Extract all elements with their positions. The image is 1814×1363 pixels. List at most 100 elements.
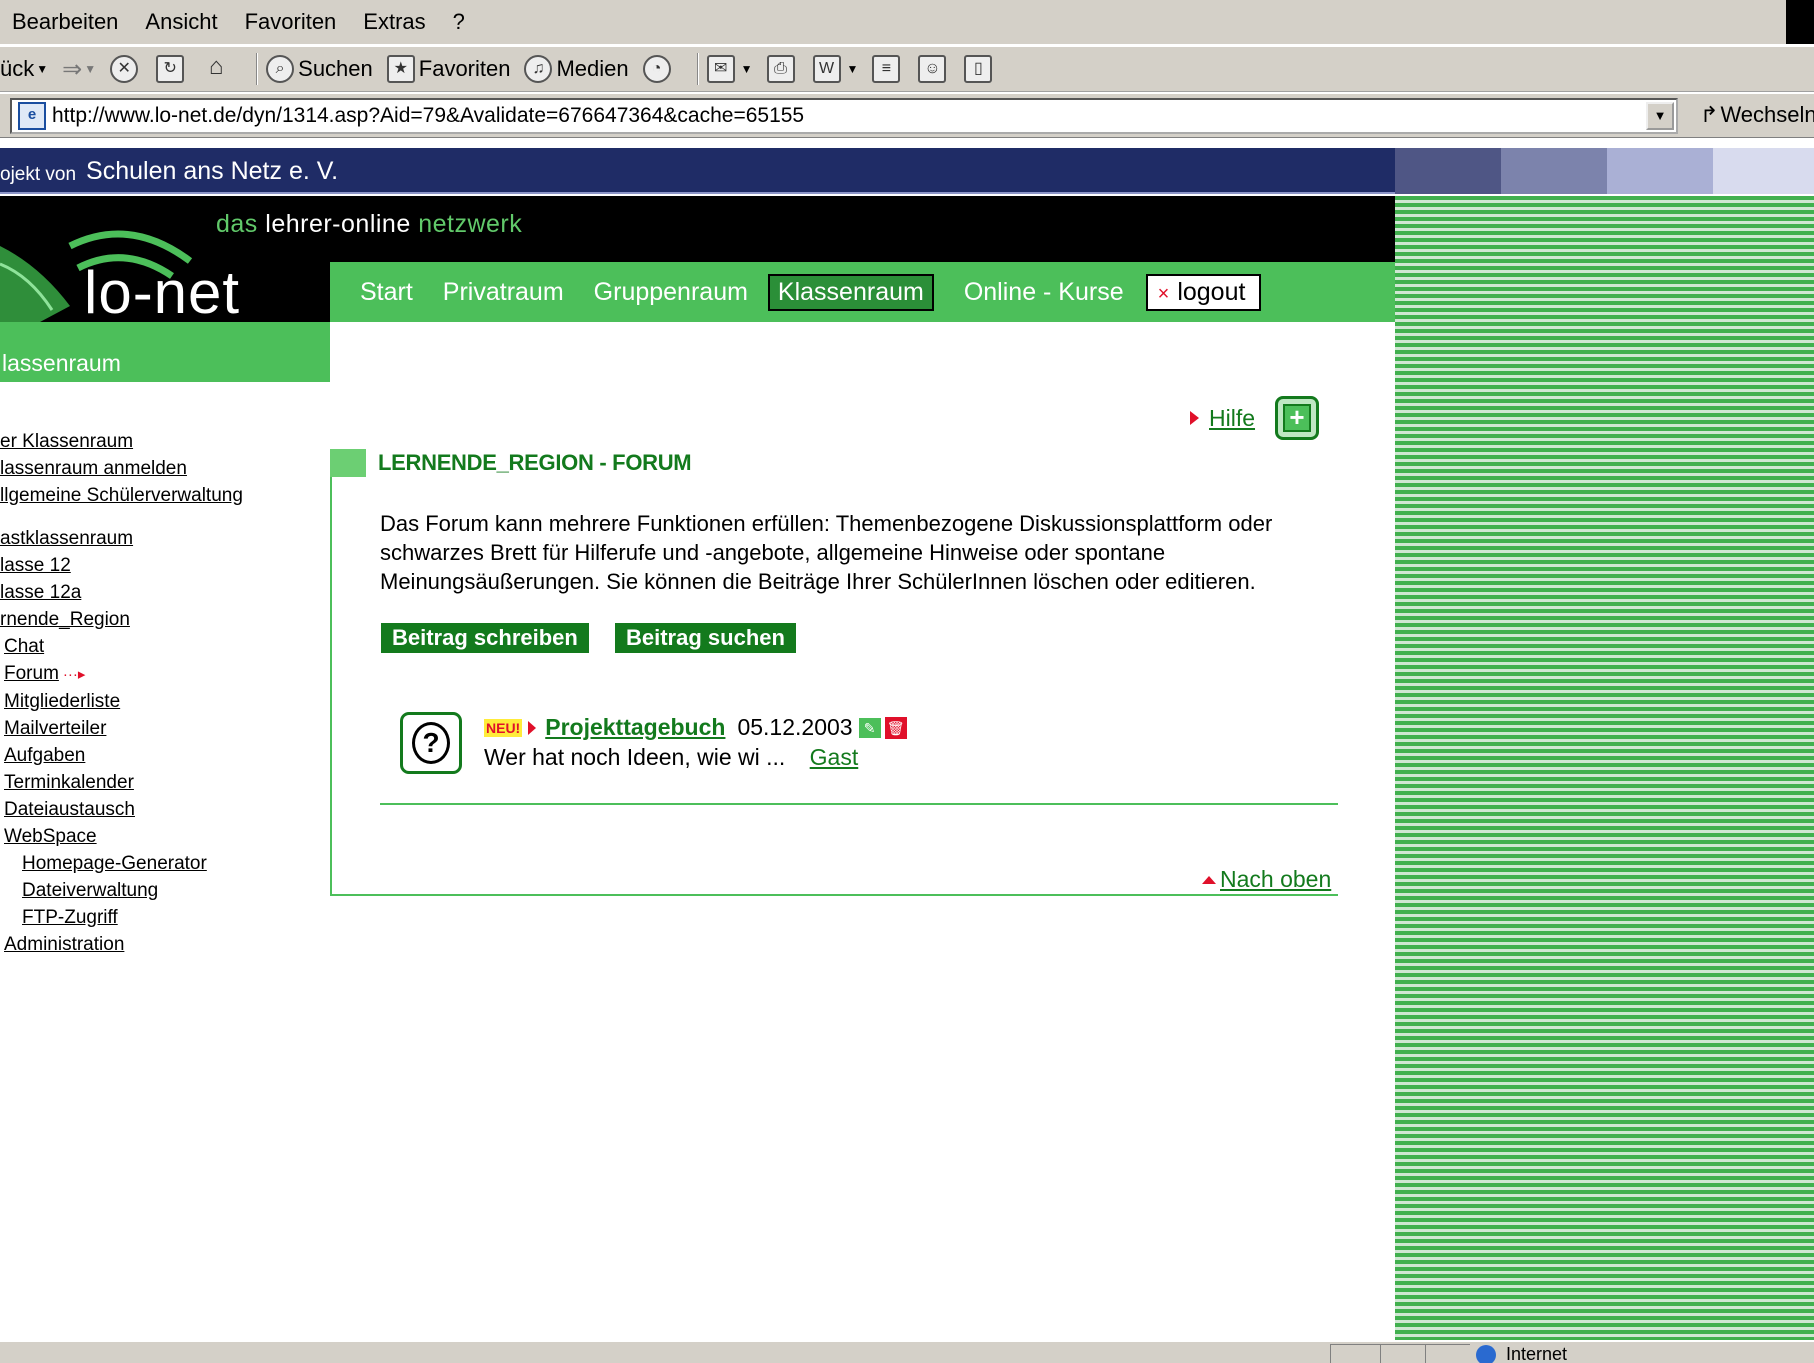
menu-ansicht[interactable]: Ansicht [145,9,217,35]
color-swatches [1395,148,1814,194]
sidebar-item-anmelden[interactable]: lassenraum anmelden [0,455,243,482]
tagline-das: das [216,210,258,238]
sidebar-item-gastklassenraum[interactable]: astklassenraum [0,525,243,552]
sidebar-item-klasse-12[interactable]: lasse 12 [0,552,243,579]
search-button[interactable]: ⌕ Suchen [266,55,373,83]
menu-favoriten[interactable]: Favoriten [245,9,337,35]
sidebar-item-terminkalender[interactable]: Terminkalender [0,769,243,796]
sidebar-item-dateiaustausch[interactable]: Dateiaustausch [0,796,243,823]
close-icon: × [1157,282,1170,305]
chevron-down-icon[interactable]: ▼ [741,62,753,76]
favorites-button[interactable]: ★ Favoriten [386,55,510,83]
menu-bar: Bearbeiten Ansicht Favoriten Extras ? [0,0,1814,44]
trash-icon[interactable]: 🗑 [884,716,907,739]
media-icon: ♫ [524,55,553,83]
media-button[interactable]: ♫ Medien [524,55,629,83]
back-to-top-row: Nach oben [1202,866,1331,893]
swatch-1 [1395,148,1501,194]
print-button[interactable]: ⎙ [766,55,799,83]
sidebar-item-klassenraum[interactable]: er Klassenraum [0,428,243,455]
sidebar-item-ftp-zugriff[interactable]: FTP-Zugriff [0,904,243,931]
discuss-icon: ≡ [872,55,901,83]
globe-icon [1476,1344,1496,1363]
sidebar-item-mitgliederliste[interactable]: Mitgliederliste [0,688,243,715]
arrow-right-icon [1190,411,1199,425]
go-label: Wechseln [1720,102,1814,127]
browser-toolbar: ück ▼ ⇒ ▼ ✕ ↻ ⌂ ⌕ Suchen ★ Favoriten ♫ Medien… [0,46,1814,92]
sidebar-item-forum-row: Forum ···▸ [0,660,243,688]
sidebar-item-klasse-12a[interactable]: lasse 12a [0,579,243,606]
window-edge [1786,0,1814,44]
home-button[interactable]: ⌂ [202,55,234,83]
research-button[interactable]: ▯ [964,55,996,83]
page-icon: e [18,102,46,130]
stop-button[interactable]: ✕ [110,55,142,83]
help-row: Hilfe + [1190,396,1320,440]
sidebar-item-webspace[interactable]: WebSpace [0,823,243,850]
arrow-up-icon [1202,875,1216,884]
question-bulb-icon: ? [400,712,462,774]
go-button[interactable]: ↱ Wechseln [1700,102,1814,128]
write-post-button[interactable]: Beitrag schreiben [381,623,589,653]
project-name[interactable]: Schulen ans Netz e. V. [86,157,338,186]
menu-extras[interactable]: Extras [363,9,425,35]
mail-icon: ✉ [706,55,735,83]
forward-button[interactable]: ⇒ ▼ [62,55,96,84]
refresh-icon: ↻ [156,55,185,83]
decorative-stripes [1395,196,1814,1340]
sidebar-item-forum[interactable]: Forum [4,663,59,684]
post-title-link[interactable]: Projekttagebuch [545,714,725,741]
nav-online-kurse[interactable]: Online - Kurse [964,278,1124,307]
toolbar-separator [256,53,259,85]
status-bar: Internet [0,1340,1814,1363]
nav-privatraum[interactable]: Privatraum [443,278,564,307]
nav-klassenraum[interactable]: Klassenraum [767,273,934,311]
history-icon: ◔ [642,55,671,83]
stop-icon: ✕ [110,55,139,83]
main-nav: Start Privatraum Gruppenraum Klassenraum… [330,262,1395,322]
chevron-down-icon[interactable]: ▼ [847,62,859,76]
sidebar-item-schuelerverwaltung[interactable]: llgemeine Schülerverwaltung [0,482,243,509]
tagline-lehrer-online: lehrer-online [265,210,411,238]
sidebar-item-mailverteiler[interactable]: Mailverteiler [0,715,243,742]
project-prefix: ojekt von [0,164,77,185]
search-post-button[interactable]: Beitrag suchen [615,623,796,653]
menu-help[interactable]: ? [453,9,465,35]
address-input[interactable]: e http://www.lo-net.de/dyn/1314.asp?Aid=… [10,98,1678,134]
sidebar-nav: er Klassenraum lassenraum anmelden llgem… [0,428,243,958]
post-author-link[interactable]: Gast [810,744,859,770]
mail-button[interactable]: ✉ ▼ [706,55,753,83]
nav-start[interactable]: Start [360,278,413,307]
word-icon: W [812,55,841,83]
chevron-down-icon[interactable]: ▼ [36,62,48,76]
history-button[interactable]: ◔ [642,55,675,83]
logo[interactable]: lo-net [84,263,240,323]
sidebar-item-administration[interactable]: Administration [0,931,243,958]
sidebar-item-chat[interactable]: Chat [0,633,243,660]
back-to-top-link[interactable]: Nach oben [1220,866,1331,893]
post-date: 05.12.2003 [737,714,853,740]
project-band: ojekt von Schulen ans Netz e. V. [0,148,1395,194]
sidebar-item-aufgaben[interactable]: Aufgaben [0,742,243,769]
address-dropdown-icon[interactable]: ▼ [1646,102,1674,130]
address-bar: e http://www.lo-net.de/dyn/1314.asp?Aid=… [0,94,1814,138]
chevron-down-icon[interactable]: ▼ [84,62,96,76]
sidebar-item-homepage-generator[interactable]: Homepage-Generator [0,850,243,877]
back-button[interactable]: ück ▼ [0,56,48,82]
nav-gruppenraum[interactable]: Gruppenraum [594,278,748,307]
expand-button[interactable]: + [1275,396,1320,440]
help-link[interactable]: Hilfe [1209,405,1255,432]
messenger-button[interactable]: ☺ [918,55,950,83]
edit-button[interactable]: W ▼ [812,55,859,83]
sidebar-item-lernende-region[interactable]: rnende_Region [0,606,243,633]
logout-button[interactable]: × logout [1145,273,1262,311]
discuss-button[interactable]: ≡ [872,55,904,83]
edit-icon[interactable]: ✎ [858,717,881,738]
refresh-button[interactable]: ↻ [156,55,188,83]
media-label: Medien [556,56,629,81]
search-label: Suchen [298,56,373,81]
menu-bearbeiten[interactable]: Bearbeiten [12,9,118,35]
print-icon: ⎙ [766,55,795,83]
forward-icon: ⇒ [62,55,83,83]
sidebar-item-dateiverwaltung[interactable]: Dateiverwaltung [0,877,243,904]
